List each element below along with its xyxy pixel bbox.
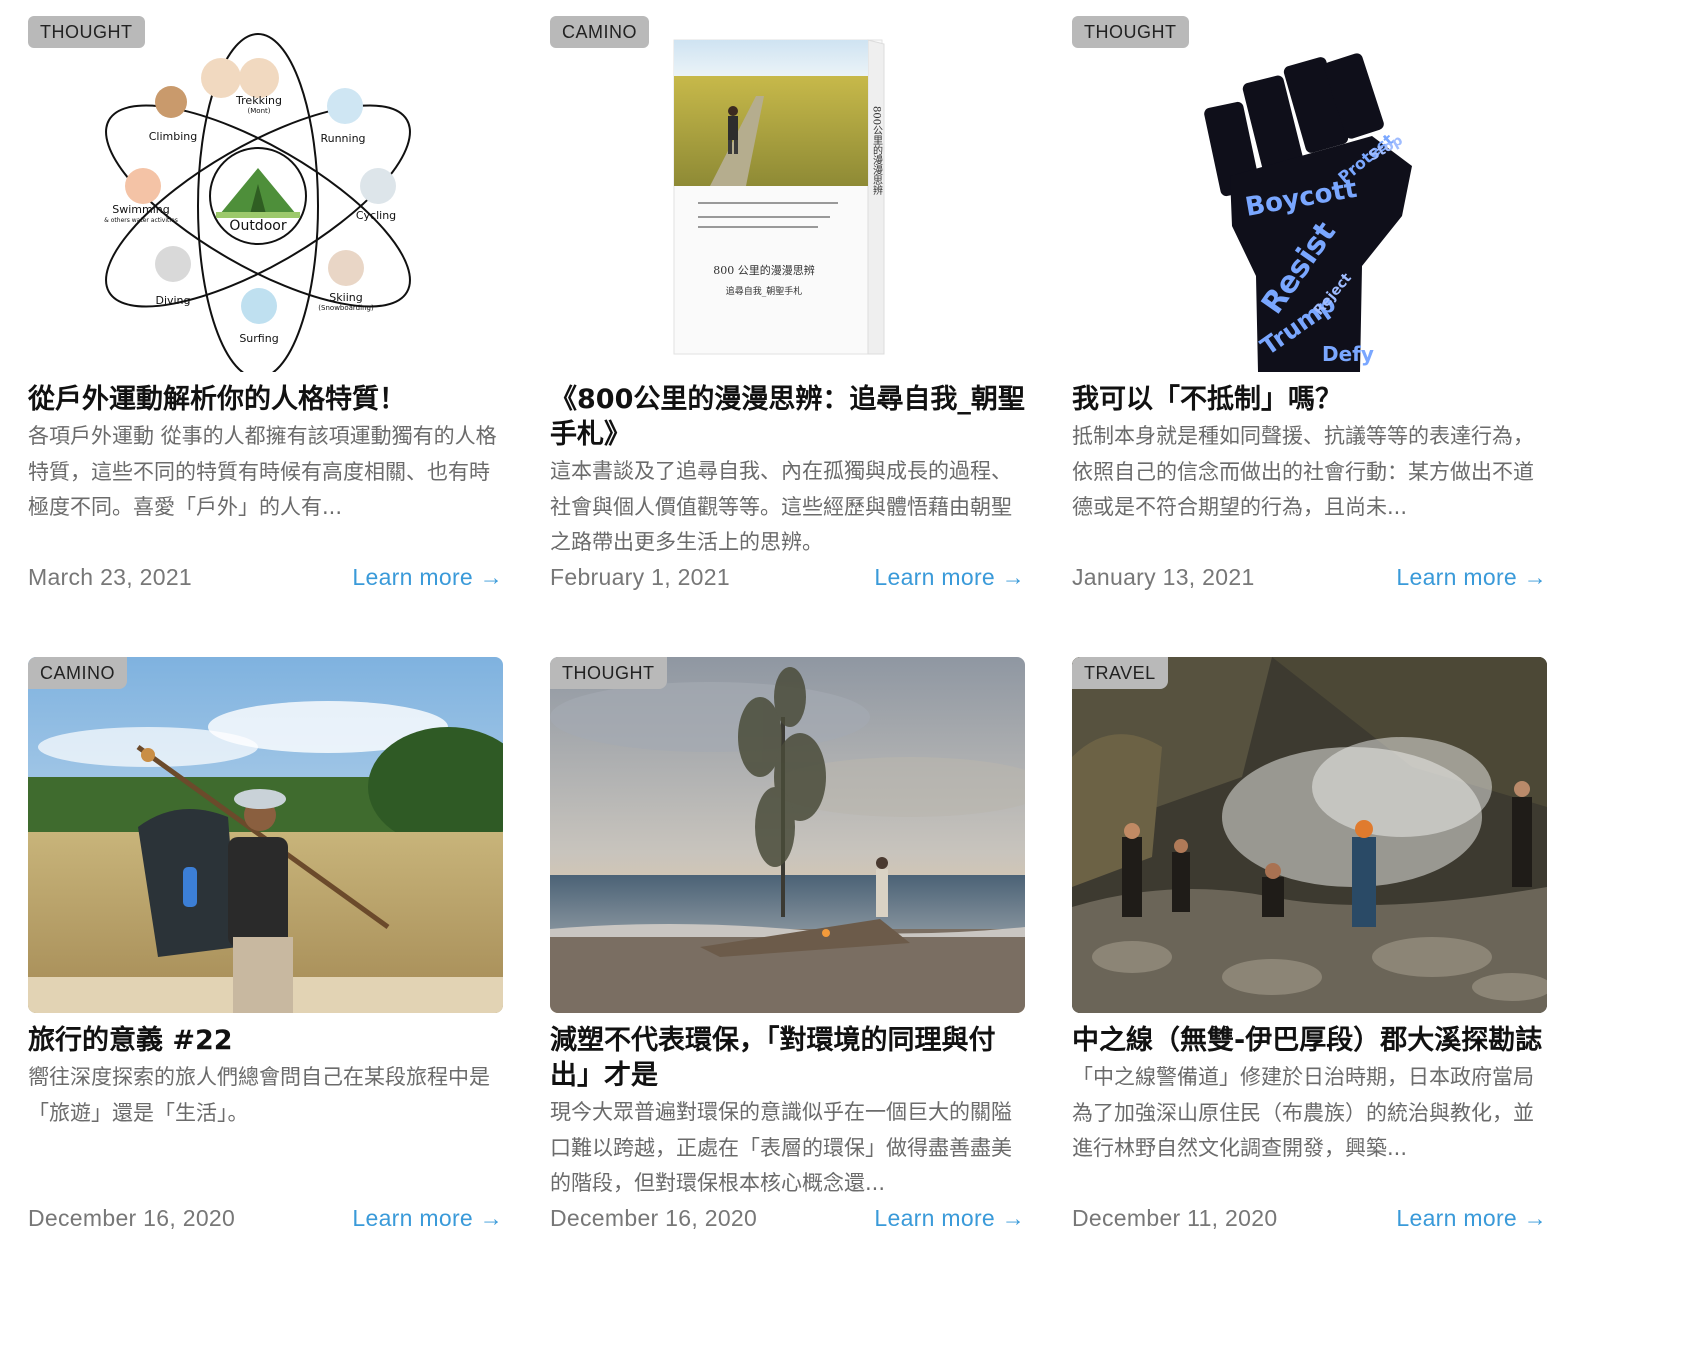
post-date: March 23, 2021 [28,564,193,590]
category-tag[interactable]: CAMINO [550,16,649,48]
post-card[interactable]: TRAVEL 中之線（無雙-伊巴厚段）郡大溪探勘誌 「中之線警備道」修建於日治時… [1072,657,1547,1244]
post-title[interactable]: 《800公里的漫漫思辨：追尋自我_朝聖手札》 [550,382,1025,452]
post-card[interactable]: THOUGHT [550,657,1025,1244]
post-image-hiker-field[interactable]: CAMINO [28,657,503,1013]
learn-more-link[interactable]: Learn more → [1396,1205,1547,1232]
post-image-hot-spring-group[interactable]: TRAVEL [1072,657,1547,1013]
book-cover-image: 800 公里的漫漫思辨 追尋自我_朝聖手札 800公里的漫漫思辨 [550,16,1025,372]
post-date: January 13, 2021 [1072,564,1255,590]
protest-fist-wordcloud: Boycott Resist Trump Defy Protest Reject… [1072,16,1547,372]
post-date: December 16, 2020 [550,1205,758,1231]
book-cover-title: 800 公里的漫漫思辨 [713,263,815,277]
category-tag[interactable]: THOUGHT [1072,16,1189,48]
svg-text:& others water activities: & others water activities [104,217,178,224]
svg-text:Trekking: Trekking [235,94,282,107]
svg-text:Climbing: Climbing [149,130,198,143]
post-excerpt: 「中之線警備道」修建於日治時期，日本政府當局為了加強深山原住民（布農族）的統治與… [1072,1065,1534,1160]
post-grid: THOUGHT Outdoor Trekking (Mont) Running … [28,16,1548,1244]
hot-spring-photo [1072,657,1547,1013]
svg-text:Running: Running [320,132,365,145]
svg-text:Swimming: Swimming [112,203,169,216]
post-excerpt: 各項戶外運動 從事的人都擁有該項運動獨有的人格特質，這些不同的特質有時候有高度相… [28,424,497,519]
book-cover-subtitle: 追尋自我_朝聖手札 [726,285,803,297]
learn-more-link[interactable]: Learn more → [352,564,503,591]
post-image-outdoor-diagram[interactable]: THOUGHT Outdoor Trekking (Mont) Running … [28,16,503,372]
svg-text:Skiing: Skiing [329,291,362,304]
category-tag[interactable]: THOUGHT [28,16,145,48]
beach-photo [550,657,1025,1013]
post-card[interactable]: THOUGHT Boycott Resist Trump Defy Protes… [1072,16,1547,603]
svg-text:Surfing: Surfing [239,332,278,345]
category-tag[interactable]: TRAVEL [1072,657,1168,689]
book-spine-text: 800公里的漫漫思辨 [871,106,883,196]
svg-text:(Snowboarding): (Snowboarding) [318,304,374,312]
learn-more-link[interactable]: Learn more → [1396,564,1547,591]
svg-text:Cycling: Cycling [356,209,396,222]
post-image-book-cover[interactable]: CAMINO 800 公里的漫漫思辨 追尋自我_朝聖手札 800公里的漫漫思辨 [550,16,1025,372]
learn-more-link[interactable]: Learn more → [874,564,1025,591]
post-date: December 16, 2020 [28,1205,236,1231]
post-meta: December 16, 2020 Learn more → [28,1205,503,1232]
post-title[interactable]: 減塑不代表環保，「對環境的同理與付出」才是 [550,1023,1025,1093]
post-excerpt: 抵制本身就是種如同聲援、抗議等等的表達行為，依照自己的信念而做出的社會行動：某方… [1072,424,1534,519]
svg-text:(Mont): (Mont) [248,107,271,115]
post-title[interactable]: 中之線（無雙-伊巴厚段）郡大溪探勘誌 [1072,1023,1547,1058]
post-title[interactable]: 旅行的意義 #22 [28,1023,503,1058]
post-title[interactable]: 我可以「不抵制」嗎？ [1072,382,1547,417]
learn-more-link[interactable]: Learn more → [352,1205,503,1232]
post-excerpt: 嚮往深度探索的旅人們總會問自己在某段旅程中是「旅遊」還是「生活」。 [28,1065,490,1125]
post-meta: December 11, 2020 Learn more → [1072,1205,1547,1232]
post-meta: December 16, 2020 Learn more → [550,1205,1025,1232]
post-card[interactable]: CAMINO [550,16,1025,603]
post-excerpt: 這本書談及了追尋自我、內在孤獨與成長的過程、社會與個人價值觀等等。這些經歷與體悟… [550,459,1012,554]
post-card[interactable]: THOUGHT [28,16,503,603]
category-tag[interactable]: THOUGHT [550,657,667,689]
post-image-protest-fist[interactable]: THOUGHT Boycott Resist Trump Defy Protes… [1072,16,1547,372]
post-card[interactable]: CAMINO [28,657,503,1244]
diagram-center-label: Outdoor [229,218,286,234]
category-tag[interactable]: CAMINO [28,657,127,689]
post-excerpt: 現今大眾普遍對環保的意識似乎在一個巨大的關隘口難以跨越，正處在「表層的環保」做得… [550,1100,1012,1195]
learn-more-link[interactable]: Learn more → [874,1205,1025,1232]
post-date: February 1, 2021 [550,564,730,590]
outdoor-sports-diagram: Outdoor Trekking (Mont) Running Cycling … [28,16,503,372]
fist-word-defy: Defy [1322,342,1374,366]
post-meta: February 1, 2021 Learn more → [550,564,1025,591]
hiker-photo [28,657,503,1013]
post-image-beach-tree[interactable]: THOUGHT [550,657,1025,1013]
svg-text:Diving: Diving [155,294,190,307]
post-date: December 11, 2020 [1072,1205,1278,1231]
post-meta: January 13, 2021 Learn more → [1072,564,1547,591]
post-meta: March 23, 2021 Learn more → [28,564,503,591]
post-title[interactable]: 從戶外運動解析你的人格特質！ [28,382,503,417]
